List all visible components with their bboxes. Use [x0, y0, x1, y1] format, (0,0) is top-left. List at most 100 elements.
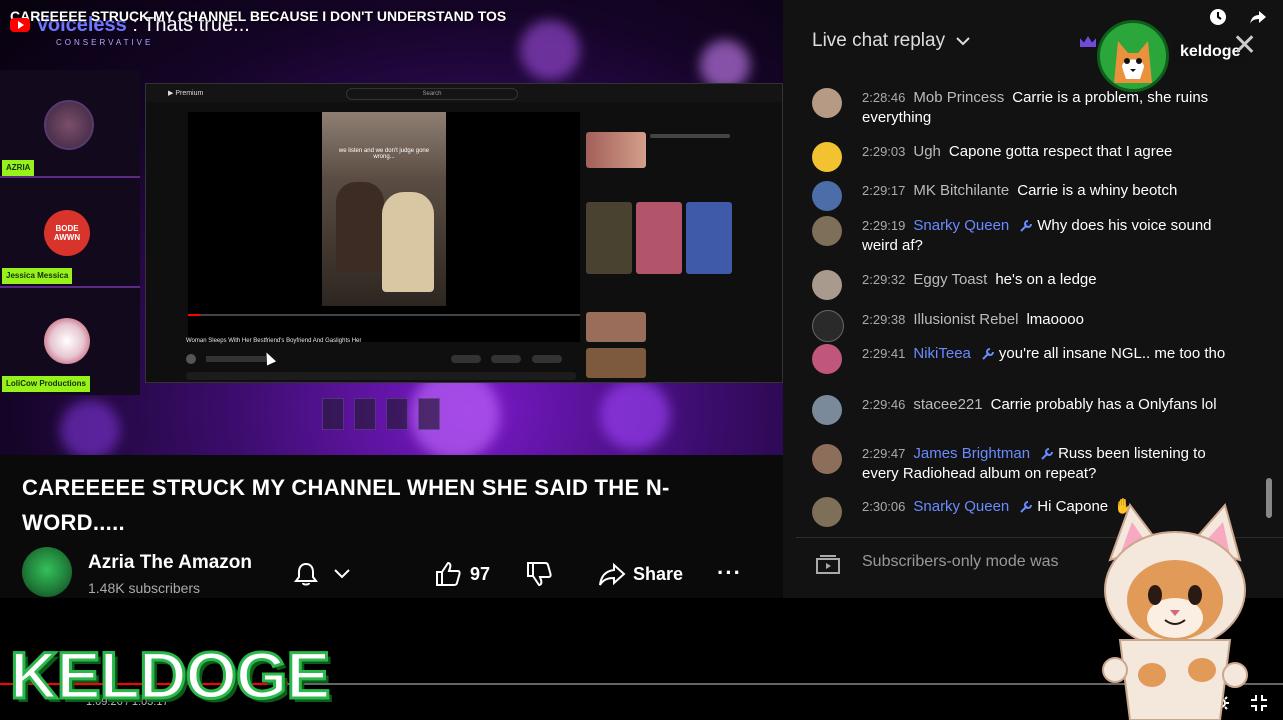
top-controls	[1207, 6, 1269, 28]
overlay-icon	[386, 398, 408, 430]
chat-author[interactable]: Illusionist Rebel	[913, 311, 1018, 328]
chat-author[interactable]: James Brightman	[913, 445, 1030, 462]
stream-overlay-icons	[322, 398, 440, 430]
inner-controls	[188, 316, 580, 332]
chevron-down-icon[interactable]	[333, 566, 351, 582]
inner-video-frame: we listen and we don't judge gone wrong.…	[322, 112, 446, 306]
chat-avatar	[812, 270, 842, 300]
chat-message: 2:29:17 MK Bitchilante Carrie is a whiny b…	[812, 181, 1232, 211]
chat-author[interactable]: Snarky Queen	[913, 498, 1009, 515]
inner-video-caption: we listen and we don't judge gone wrong.…	[338, 148, 430, 160]
participant-avatar	[44, 100, 94, 150]
participant-label: AZRIA	[2, 160, 35, 176]
chat-author[interactable]: Snarky Queen	[913, 217, 1009, 234]
inner-video-title: Woman Sleeps With Her Bestfriend's Boyfr…	[186, 338, 362, 344]
subscribers-mode-notice: Subscribers-only mode was	[862, 553, 1059, 570]
chat-timestamp: 2:29:03	[862, 144, 906, 159]
channel-name[interactable]: Azria The Amazon	[88, 552, 252, 574]
inner-channel-row	[186, 350, 586, 364]
chat-message: 2:29:41 NikiTeea you're all insane NGL.. m…	[812, 344, 1232, 374]
chat-author[interactable]: Mob Princess	[913, 89, 1004, 106]
bokeh-light	[600, 380, 670, 450]
rec-line	[650, 134, 730, 138]
chat-message: 2:29:19 Snarky Queen Why does his voice so…	[812, 216, 1232, 256]
subscriber-count: 1.48K subscribers	[88, 580, 201, 596]
inner-recommendations	[586, 112, 776, 382]
chat-header-title[interactable]: Live chat replay	[812, 30, 945, 52]
overlay-icon	[354, 398, 376, 430]
shared-screen: ▶ Premium Search we listen and we don't …	[145, 83, 783, 383]
chevron-down-icon[interactable]	[955, 34, 971, 48]
overlay-icon	[322, 398, 344, 430]
panel-divider	[0, 176, 140, 178]
chat-avatar	[812, 395, 842, 425]
chat-author[interactable]: Eggy Toast	[913, 271, 987, 288]
chat-text: lmaoooo	[1026, 311, 1084, 328]
chat-avatar	[812, 444, 842, 474]
close-icon[interactable]: ✕	[1232, 28, 1257, 63]
chat-avatar	[812, 142, 842, 172]
cat-mascot	[1090, 500, 1260, 720]
chat-timestamp: 2:28:46	[862, 90, 906, 105]
chat-author[interactable]: Ugh	[913, 143, 941, 160]
video-title: CAREEEEE STRUCK MY CHANNEL WHEN SHE SAID…	[22, 475, 670, 535]
share-button[interactable]: Share	[633, 564, 683, 585]
shorts-thumb	[686, 202, 732, 274]
chat-avatar	[812, 181, 842, 211]
chat-text: Capone gotta respect that I agree	[948, 143, 1173, 160]
chat-timestamp: 2:29:19	[862, 218, 906, 233]
chat-message: 2:29:47 James Brightman Russ been listenin…	[812, 444, 1232, 484]
share-arrow-icon[interactable]	[598, 560, 626, 588]
chat-avatar	[812, 216, 842, 246]
chat-timestamp: 2:29:47	[862, 446, 906, 461]
rec-thumb	[586, 348, 646, 378]
chat-message: 2:29:03 Ugh Capone gotta respect that I ag…	[812, 142, 1232, 172]
chat-author[interactable]: NikiTeea	[913, 345, 971, 362]
wrench-icon	[1020, 220, 1033, 232]
like-icon[interactable]	[434, 560, 462, 588]
dislike-icon[interactable]	[525, 560, 553, 588]
chat-message: 2:29:46 stacee221 Carrie probably has a On…	[812, 395, 1232, 425]
participants-panel: AZRIA BODE AWWN Jessica Messica LoliCow …	[0, 70, 140, 395]
chat-text: Carrie probably has a Onlyfans lol	[990, 396, 1217, 413]
panel-divider	[0, 286, 140, 288]
chat-text: you're all insane NGL.. me too tho	[998, 345, 1226, 362]
wrench-icon	[982, 348, 994, 360]
shorts-thumb	[636, 202, 682, 274]
chat-timestamp: 2:29:38	[862, 312, 906, 327]
channel-avatar[interactable]	[22, 547, 72, 597]
rec-thumb	[586, 132, 646, 168]
wrench-icon	[1041, 448, 1054, 460]
chat-avatar	[812, 497, 842, 527]
person-shape	[382, 192, 434, 292]
video-player[interactable]: AZRIA BODE AWWN Jessica Messica LoliCow …	[0, 0, 783, 455]
chat-message: 2:28:46 Mob Princess Carrie is a problem, …	[812, 88, 1232, 128]
shorts-thumb	[586, 202, 632, 274]
chat-timestamp: 2:29:46	[862, 397, 906, 412]
person-shape	[336, 182, 384, 272]
more-options-button[interactable]: ···	[717, 560, 742, 586]
participant-avatar	[44, 318, 90, 364]
keldoge-logo: KELDOGE	[8, 637, 331, 714]
subscribers-mode-icon	[815, 553, 841, 575]
chat-author[interactable]: MK Bitchilante	[913, 182, 1009, 199]
chat-author[interactable]: stacee221	[913, 396, 982, 413]
chat-timestamp: 2:29:32	[862, 272, 906, 287]
bell-icon[interactable]	[293, 561, 319, 587]
chat-message: 2:29:38 Illusionist Rebel lmaoooo	[812, 310, 1232, 342]
video-overlay-title: CAREEEEE STRUCK MY CHANNEL BECAUSE I DON…	[10, 8, 507, 24]
share-icon[interactable]	[1247, 6, 1269, 28]
chat-avatar	[812, 310, 844, 342]
participant-label: Jessica Messica	[2, 268, 73, 284]
inner-description	[186, 372, 576, 380]
rec-thumb	[586, 312, 646, 342]
keldoge-avatar	[1097, 20, 1169, 92]
watch-later-icon[interactable]	[1207, 6, 1229, 28]
chat-avatar	[812, 344, 842, 374]
chat-text: Carrie is a whiny beotch	[1017, 182, 1178, 199]
wrench-icon	[1020, 501, 1033, 513]
like-count: 97	[470, 564, 491, 584]
chat-scrollbar[interactable]	[1266, 478, 1272, 518]
chat-timestamp: 2:29:17	[862, 183, 906, 198]
inner-search-box: Search	[346, 88, 518, 100]
